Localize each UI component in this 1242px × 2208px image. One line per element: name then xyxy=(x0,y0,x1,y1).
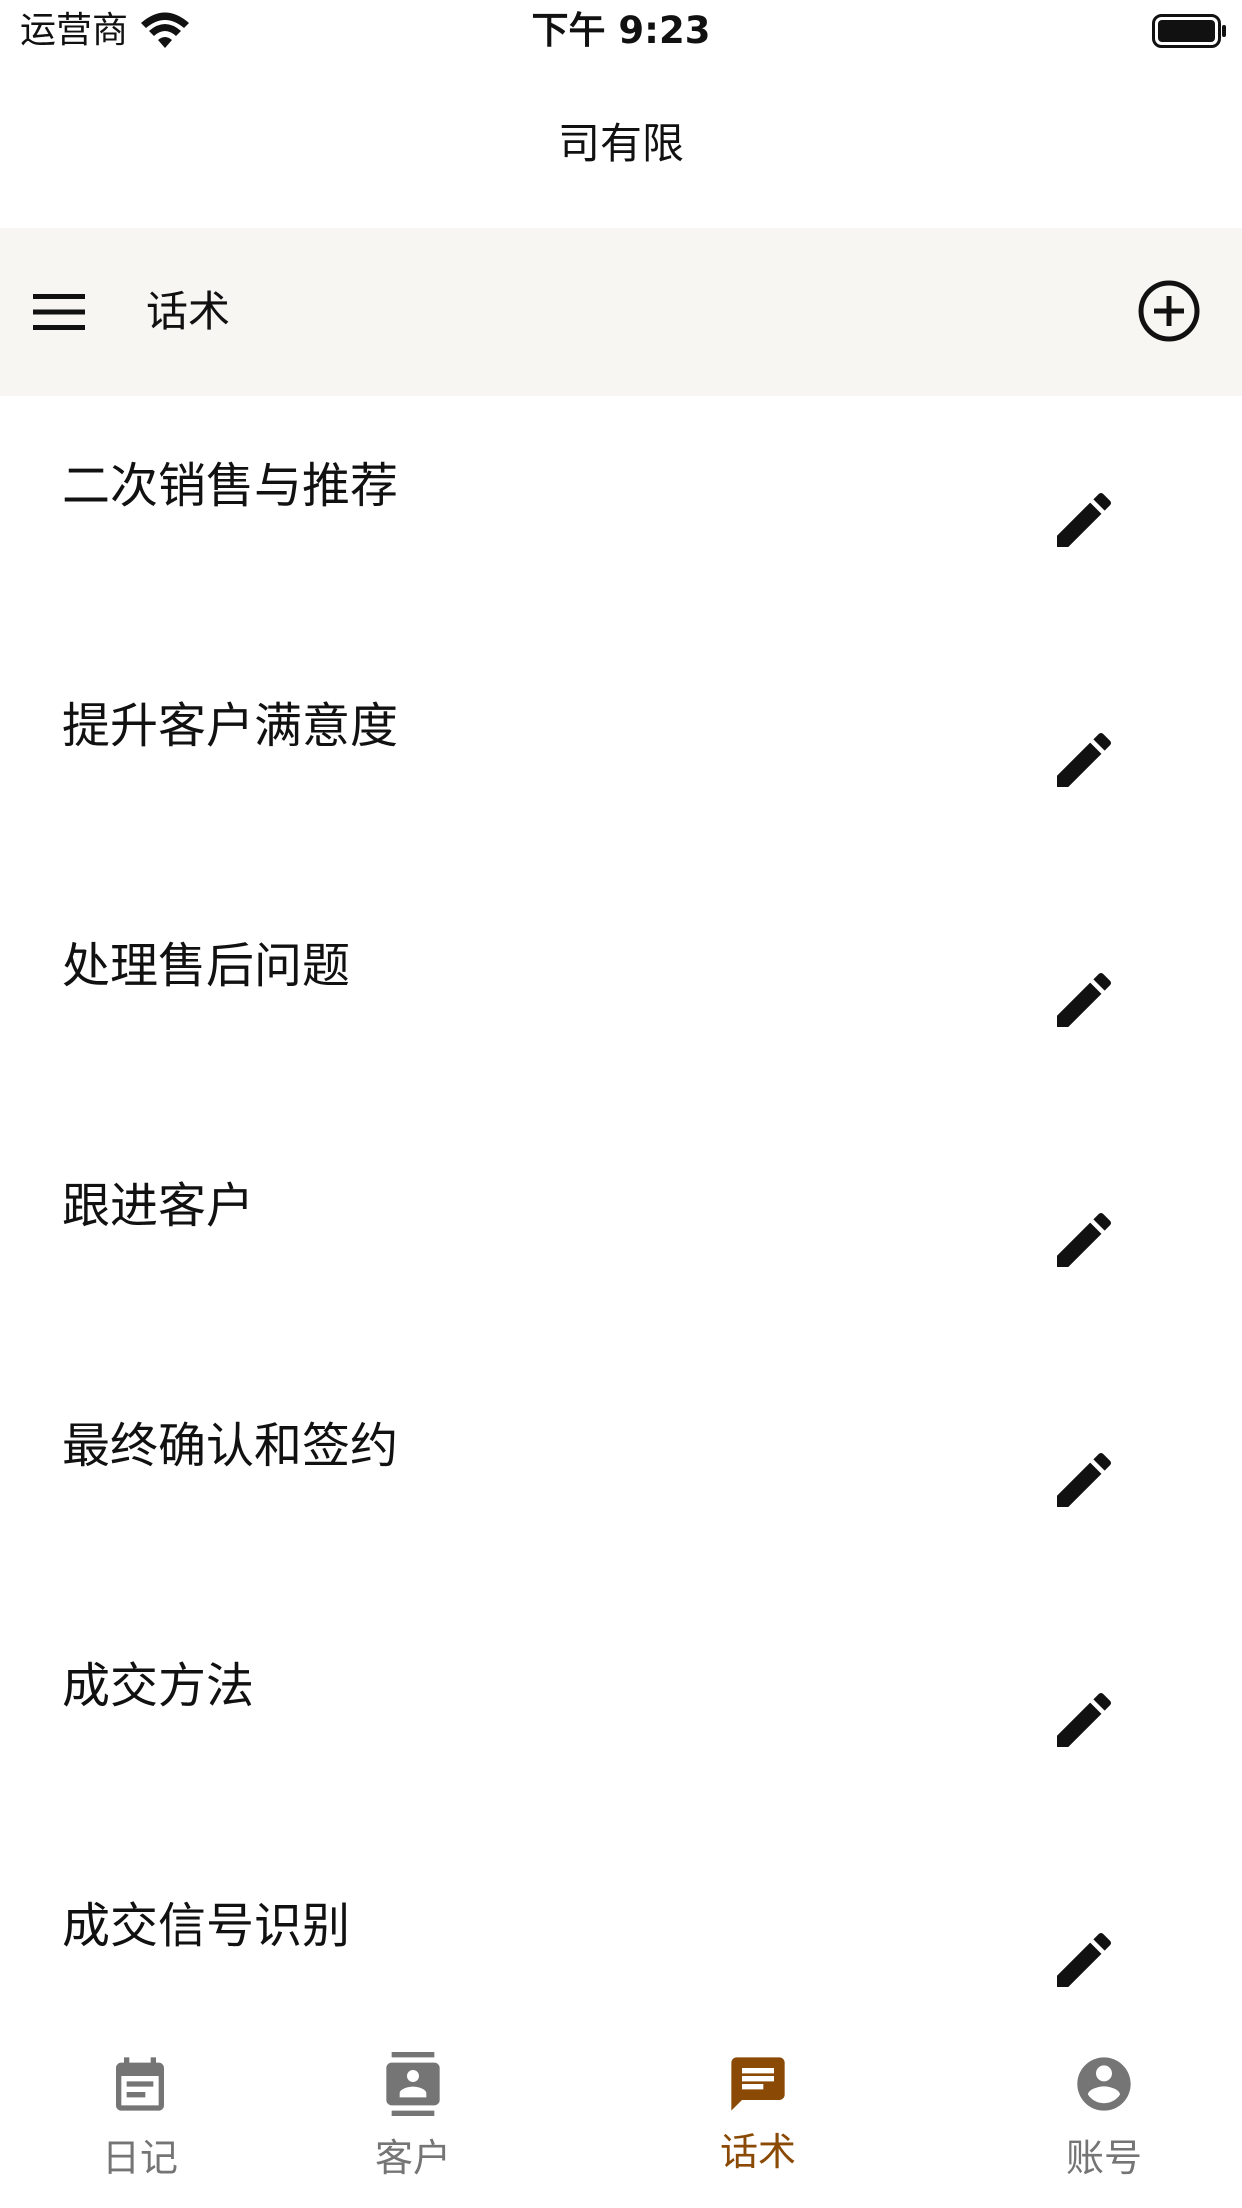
edit-pencil-icon[interactable] xyxy=(1048,1924,1120,1996)
status-bar: 运营商 下午 9:23 xyxy=(0,0,1242,62)
add-circle-icon[interactable] xyxy=(1136,278,1202,344)
tab-label: 账号 xyxy=(1065,2136,1142,2180)
tab-diary[interactable]: 日记 xyxy=(40,2030,240,2208)
toolbar-title: 话术 xyxy=(146,287,231,336)
list-item[interactable]: 跟进客户 xyxy=(0,1116,1242,1356)
tab-label: 客户 xyxy=(374,2136,451,2180)
edit-pencil-icon[interactable] xyxy=(1048,964,1120,1036)
menu-icon[interactable] xyxy=(30,286,88,338)
tab-scripts[interactable]: 话术 xyxy=(658,2030,858,2208)
tab-account[interactable]: 账号 xyxy=(1004,2030,1204,2208)
list-item-label: 成交信号识别 xyxy=(62,1898,351,1954)
account-circle-icon xyxy=(1077,2057,1131,2111)
calendar-icon xyxy=(116,2057,164,2111)
contact-card-icon xyxy=(386,2052,440,2116)
list-item[interactable]: 成交信号识别 xyxy=(0,1836,1242,2030)
tab-label: 日记 xyxy=(101,2136,178,2180)
list-item-label: 处理售后问题 xyxy=(62,938,351,994)
tab-bar: 日记 客户 话术 账号 xyxy=(0,2030,1242,2208)
toolbar: 话术 xyxy=(0,228,1242,396)
status-clock: 下午 9:23 xyxy=(531,9,711,52)
edit-pencil-icon[interactable] xyxy=(1048,484,1120,556)
list-item-label: 最终确认和签约 xyxy=(62,1418,399,1474)
tab-customers[interactable]: 客户 xyxy=(313,2030,513,2208)
list-item[interactable]: 提升客户满意度 xyxy=(0,636,1242,876)
edit-pencil-icon[interactable] xyxy=(1048,1444,1120,1516)
tab-label: 话术 xyxy=(719,2130,796,2174)
screen: 运营商 下午 9:23 司有限 话术 二次销售与推荐 提升客户满意度 处理售后问… xyxy=(0,0,1242,2208)
edit-pencil-icon[interactable] xyxy=(1048,724,1120,796)
script-list: 二次销售与推荐 提升客户满意度 处理售后问题 跟进客户 最终确认和签约 成交方法… xyxy=(0,396,1242,2030)
edit-pencil-icon[interactable] xyxy=(1048,1684,1120,1756)
edit-pencil-icon[interactable] xyxy=(1048,1204,1120,1276)
list-item[interactable]: 处理售后问题 xyxy=(0,876,1242,1116)
list-item-label: 跟进客户 xyxy=(62,1178,255,1234)
list-item[interactable]: 最终确认和签约 xyxy=(0,1356,1242,1596)
battery-icon xyxy=(1152,14,1226,48)
message-icon xyxy=(731,2057,785,2111)
list-item-label: 二次销售与推荐 xyxy=(62,458,399,514)
list-item[interactable]: 二次销售与推荐 xyxy=(0,396,1242,636)
list-item-label: 提升客户满意度 xyxy=(62,698,399,754)
list-item-label: 成交方法 xyxy=(62,1658,255,1714)
page-title: 司有限 xyxy=(557,119,684,168)
list-item[interactable]: 成交方法 xyxy=(0,1596,1242,1836)
